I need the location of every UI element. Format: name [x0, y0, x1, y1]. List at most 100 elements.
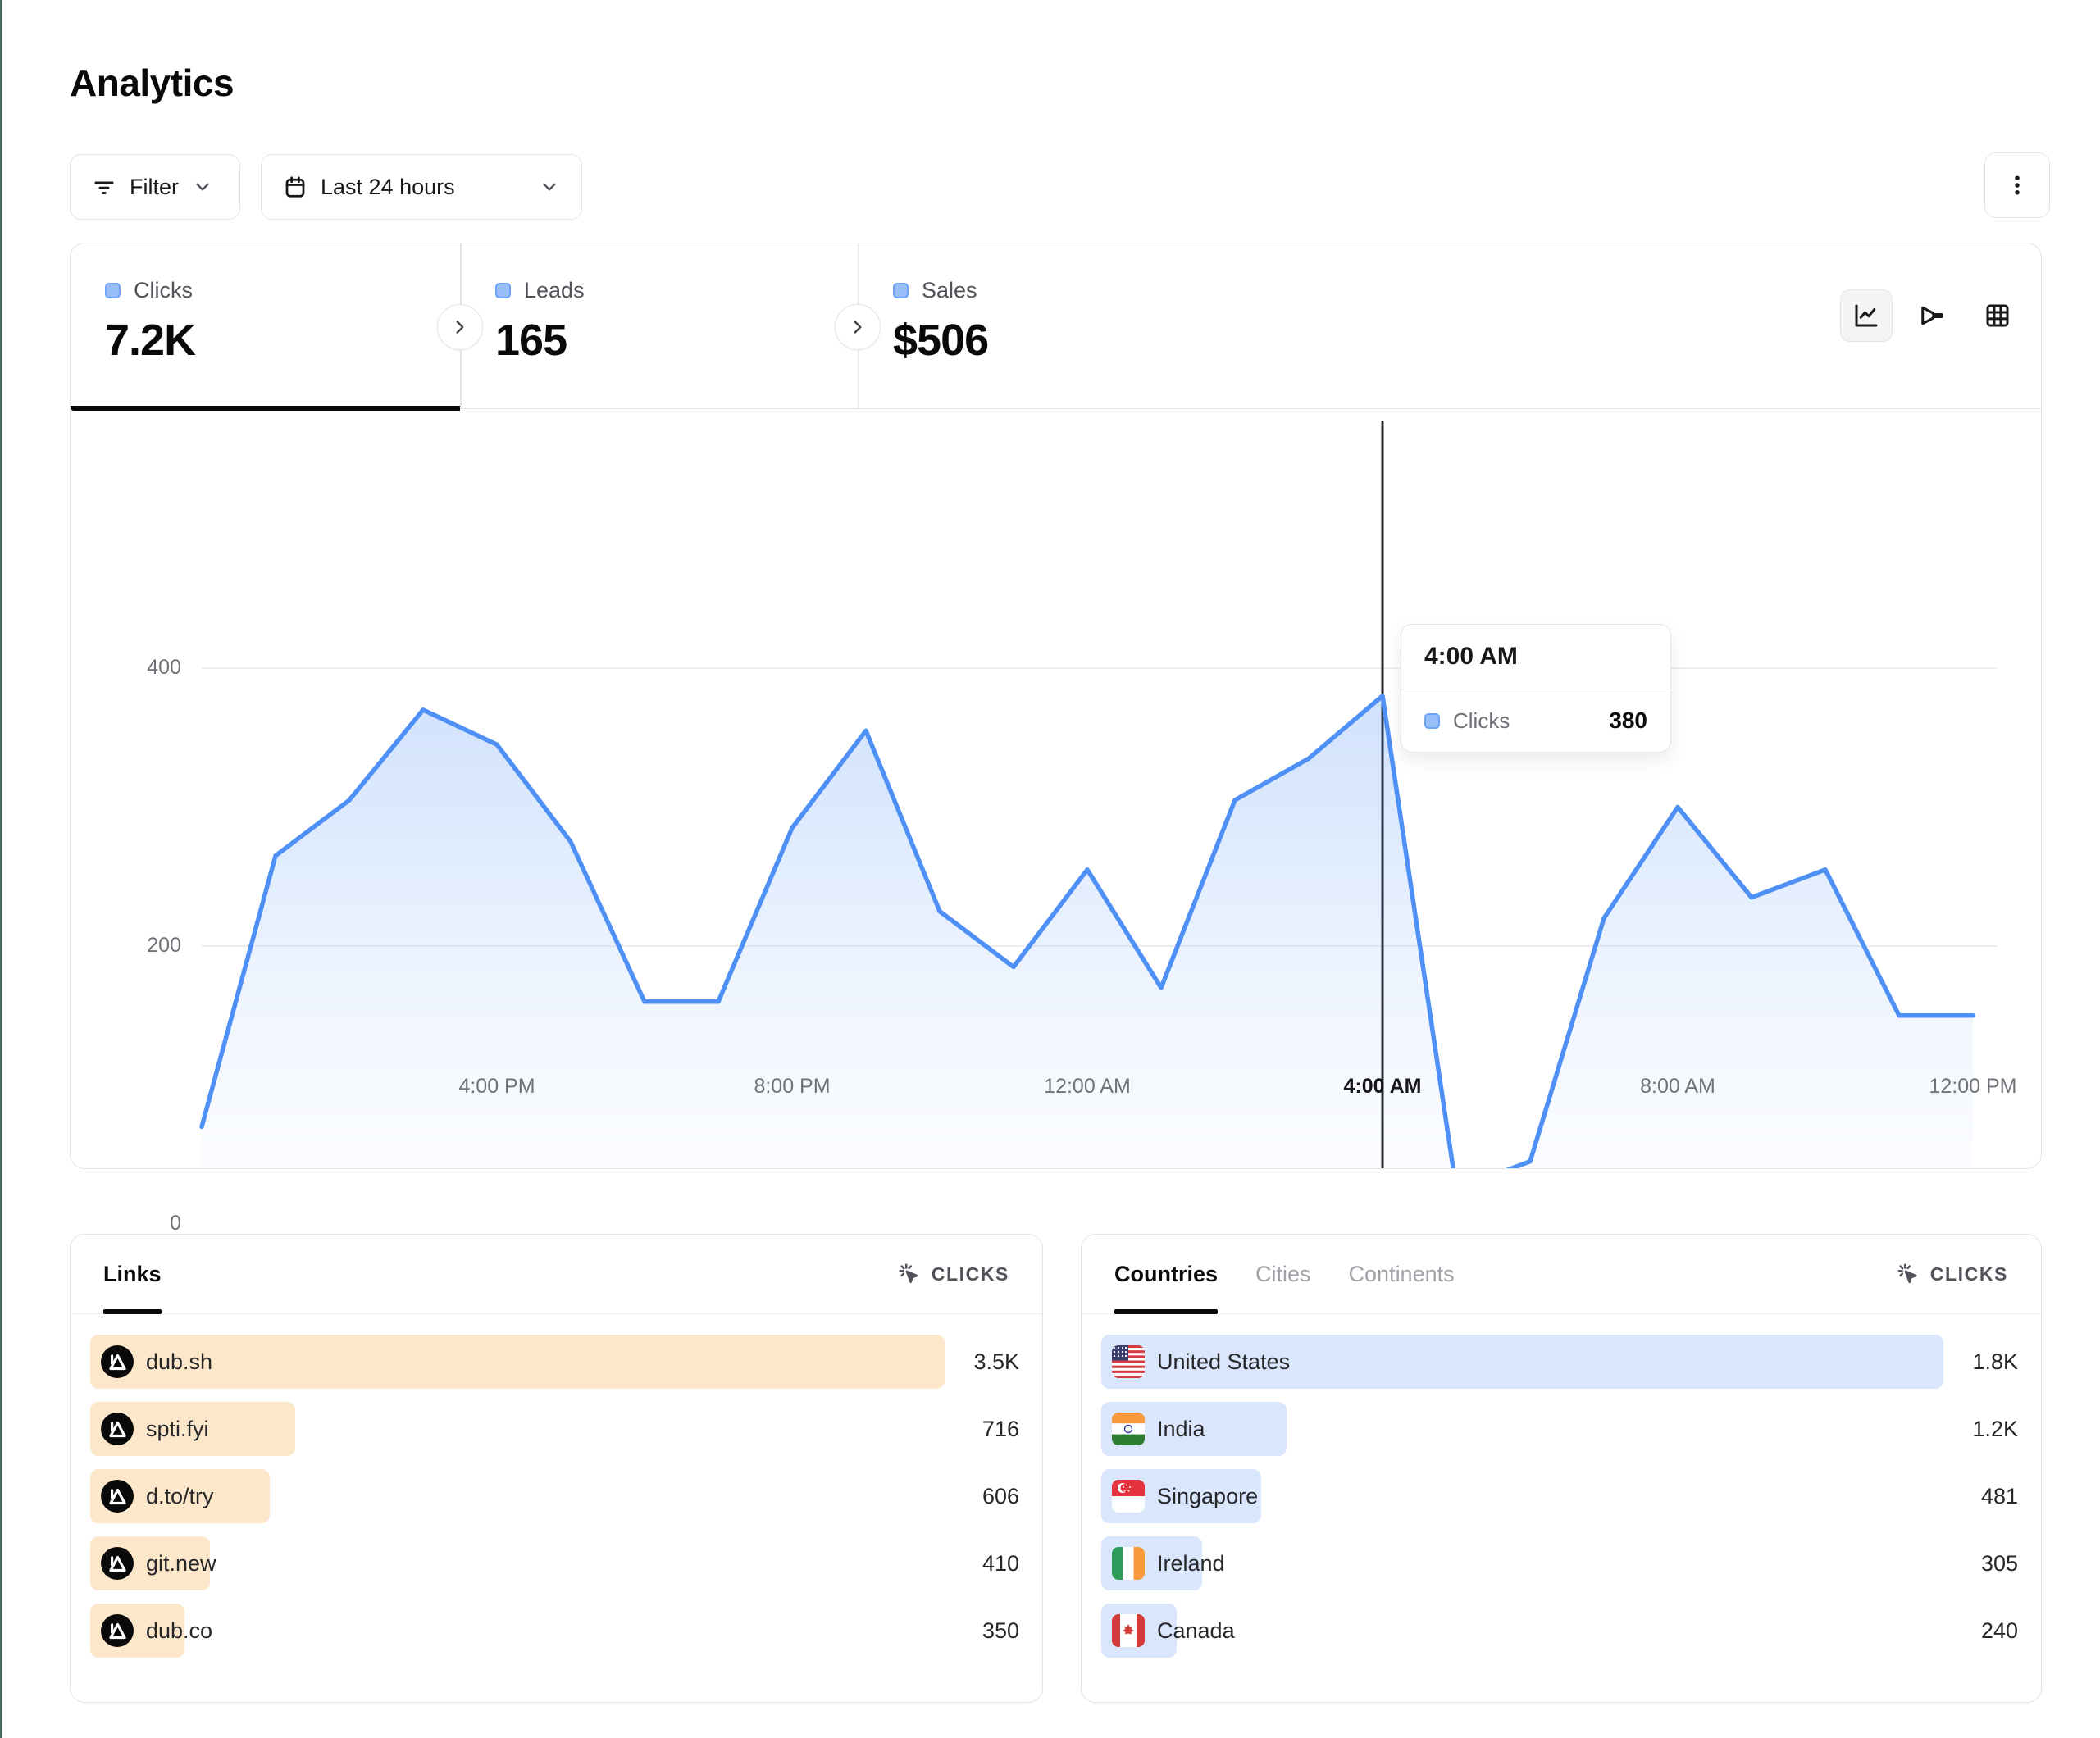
leads-label: Leads	[524, 278, 585, 303]
country-row[interactable]: Canada 240	[1101, 1604, 2021, 1658]
chevron-down-icon	[192, 176, 213, 198]
line-chart-icon	[1852, 301, 1881, 330]
dub-logo-icon	[101, 1413, 134, 1445]
grid-icon	[1983, 301, 2012, 330]
chevron-right-icon	[847, 316, 868, 338]
sales-value: $506	[893, 315, 1351, 366]
sales-label: Sales	[922, 278, 977, 303]
clicks-value: 7.2K	[105, 315, 460, 366]
link-row[interactable]: d.to/try 606	[90, 1469, 1023, 1523]
y-axis-tick-label: 200	[116, 934, 181, 958]
page-title: Analytics	[70, 61, 234, 105]
cursor-click-icon	[1896, 1262, 1920, 1286]
x-axis-tick-label: 12:00 AM	[1044, 1075, 1131, 1099]
row-label: git.new	[146, 1536, 216, 1590]
flag-ie-icon	[1112, 1547, 1145, 1580]
calendar-icon	[283, 175, 307, 199]
tab-clicks[interactable]: Clicks 7.2K	[71, 243, 460, 409]
filter-icon	[92, 175, 116, 199]
row-label: India	[1157, 1402, 1205, 1456]
kebab-menu-icon	[2005, 173, 2029, 198]
tooltip-swatch-icon	[1424, 713, 1440, 729]
dub-logo-icon	[101, 1547, 134, 1580]
tab-links[interactable]: Links	[103, 1235, 162, 1313]
chevron-right-icon	[449, 316, 471, 338]
sales-swatch-icon	[893, 283, 909, 298]
row-label: Canada	[1157, 1604, 1235, 1658]
date-range-button[interactable]: Last 24 hours	[261, 154, 582, 220]
tab-leads[interactable]: Leads 165	[461, 243, 858, 409]
value-bar	[90, 1335, 945, 1389]
row-value: 240	[1981, 1604, 2018, 1658]
country-row[interactable]: India 1.2K	[1101, 1402, 2021, 1456]
row-value: 305	[1981, 1536, 2018, 1590]
row-label: dub.sh	[146, 1335, 212, 1389]
date-range-label: Last 24 hours	[321, 175, 455, 200]
country-row[interactable]: Singapore 481	[1101, 1469, 2021, 1523]
chart-canvas	[71, 409, 2041, 1168]
row-label: d.to/try	[146, 1469, 214, 1523]
link-row[interactable]: dub.sh 3.5K	[90, 1335, 1023, 1389]
row-value: 716	[982, 1402, 1019, 1456]
row-label: spti.fyi	[146, 1402, 209, 1456]
clicks-label: Clicks	[134, 278, 193, 303]
line-chart-view-button[interactable]	[1840, 289, 1893, 342]
expand-leads-button[interactable]	[835, 304, 881, 350]
links-metric-label: CLICKS	[932, 1263, 1009, 1285]
row-label: Ireland	[1157, 1536, 1225, 1590]
country-row[interactable]: Ireland 305	[1101, 1536, 2021, 1590]
row-value: 350	[982, 1604, 1019, 1658]
chevron-down-icon	[539, 176, 560, 198]
x-axis-tick-label: 8:00 AM	[1640, 1075, 1715, 1099]
more-options-button[interactable]	[1984, 152, 2050, 218]
x-axis-tick-label: 4:00 AM	[1344, 1075, 1422, 1099]
tab-countries[interactable]: Countries	[1114, 1235, 1218, 1313]
flag-ca-icon	[1112, 1614, 1145, 1647]
tab-cities[interactable]: Cities	[1255, 1235, 1311, 1313]
row-value: 606	[982, 1469, 1019, 1523]
funnel-view-button[interactable]	[1906, 289, 1958, 342]
flag-sg-icon	[1112, 1480, 1145, 1513]
dub-logo-icon	[101, 1614, 134, 1647]
countries-panel: Countries Cities Continents CLICKS United …	[1081, 1234, 2042, 1703]
link-row[interactable]: dub.co 350	[90, 1604, 1023, 1658]
link-row[interactable]: git.new 410	[90, 1536, 1023, 1590]
x-axis-tick-label: 12:00 PM	[1929, 1075, 2016, 1099]
tooltip-value: 380	[1609, 707, 1647, 734]
row-value: 481	[1981, 1469, 2018, 1523]
row-value: 1.2K	[1972, 1402, 2018, 1456]
countries-metric-label: CLICKS	[1930, 1263, 2008, 1285]
row-value: 3.5K	[973, 1335, 1019, 1389]
leads-value: 165	[495, 315, 858, 366]
row-label: Singapore	[1157, 1469, 1258, 1523]
link-row[interactable]: spti.fyi 716	[90, 1402, 1023, 1456]
filter-button[interactable]: Filter	[70, 154, 240, 220]
clicks-area-chart[interactable]: 0200400 4:00 PM8:00 PM12:00 AM4:00 AM8:0…	[71, 409, 2041, 1168]
links-metric-toggle[interactable]: CLICKS	[897, 1262, 1009, 1286]
x-axis-tick-label: 4:00 PM	[458, 1075, 535, 1099]
dub-logo-icon	[101, 1345, 134, 1378]
chart-tooltip: 4:00 AM Clicks 380	[1401, 624, 1671, 753]
x-axis-tick-label: 8:00 PM	[754, 1075, 830, 1099]
row-value: 410	[982, 1536, 1019, 1590]
tab-continents[interactable]: Continents	[1349, 1235, 1455, 1313]
countries-metric-toggle[interactable]: CLICKS	[1896, 1262, 2008, 1286]
expand-clicks-button[interactable]	[437, 304, 483, 350]
row-label: dub.co	[146, 1604, 212, 1658]
table-view-button[interactable]	[1971, 289, 2024, 342]
cursor-click-icon	[897, 1262, 922, 1286]
y-axis-tick-label: 0	[116, 1212, 181, 1235]
row-label: United States	[1157, 1335, 1290, 1389]
tab-sales[interactable]: Sales $506	[859, 243, 1351, 409]
analytics-card: Clicks 7.2K Leads 165 Sales $506	[70, 243, 2042, 1169]
row-value: 1.8K	[1972, 1335, 2018, 1389]
links-panel: Links CLICKS dub.sh 3.5K spti.fyi 716 d.to…	[70, 1234, 1043, 1703]
tooltip-series-label: Clicks	[1453, 708, 1510, 734]
clicks-swatch-icon	[105, 283, 121, 298]
filter-button-label: Filter	[130, 175, 179, 200]
dub-logo-icon	[101, 1480, 134, 1513]
country-row[interactable]: United States 1.8K	[1101, 1335, 2021, 1389]
flag-in-icon	[1112, 1413, 1145, 1445]
leads-swatch-icon	[495, 283, 511, 298]
page-edge-strip	[0, 0, 2, 1738]
